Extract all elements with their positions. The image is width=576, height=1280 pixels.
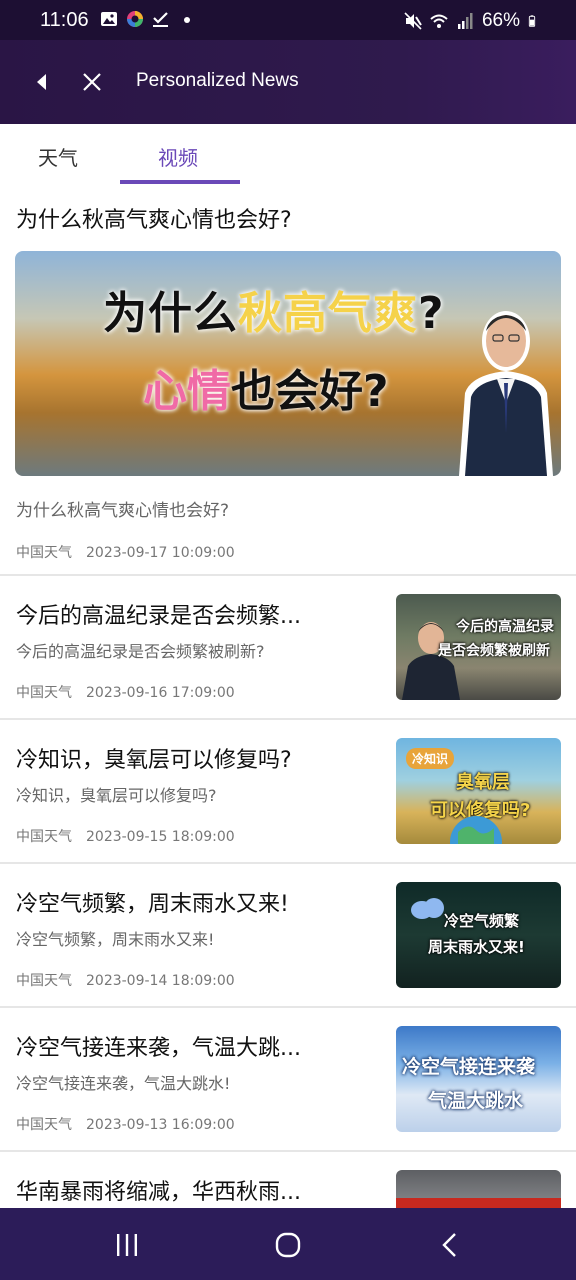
news-title[interactable]: 冷空气接连来袭，气温大跳... <box>16 1030 376 1062</box>
dot-icon <box>184 17 190 23</box>
signal-icon <box>457 13 473 29</box>
back-arrow-icon[interactable] <box>28 68 56 96</box>
back-icon[interactable] <box>436 1230 466 1260</box>
home-icon[interactable] <box>273 1230 303 1260</box>
news-meta: 中国天气 2023-09-14 18:09:00 <box>16 970 235 990</box>
news-meta: 中国天气 2023-09-16 17:09:00 <box>16 682 235 702</box>
news-thumbnail[interactable]: 冷空气频繁 周末雨水又来! <box>396 882 561 988</box>
article-source: 中国天气 <box>16 1117 72 1133</box>
featured-description: 为什么秋高气爽心情也会好? <box>16 501 230 521</box>
article-date: 2023-09-14 18:09:00 <box>86 973 235 989</box>
article-source: 中国天气 <box>16 973 72 989</box>
news-item[interactable]: 今后的高温纪录是否会频繁... 今后的高温纪录是否会频繁被刷新? 中国天气 202… <box>0 576 576 718</box>
mute-icon <box>404 12 422 30</box>
app-bar: Personalized News <box>0 40 576 124</box>
news-feed[interactable]: 为什么秋高气爽心情也会好? 为什么秋高气爽? 心情也会好? 为什么秋高气爽心情也… <box>0 186 576 1208</box>
check-icon <box>153 12 168 27</box>
cloud-icon <box>411 898 444 919</box>
article-date: 2023-09-17 10:09:00 <box>86 545 235 561</box>
tab-bar: 天气 视频 <box>0 124 576 186</box>
article-source: 中国天气 <box>16 685 72 701</box>
news-meta: 中国天气 2023-09-15 18:09:00 <box>16 826 235 846</box>
earth-icon <box>450 816 502 844</box>
article-date: 2023-09-16 17:09:00 <box>86 685 235 701</box>
tab-video[interactable]: 视频 <box>158 142 198 171</box>
news-item[interactable]: 华南暴雨将缩减，华西秋雨... <box>0 1152 576 1208</box>
featured-title[interactable]: 为什么秋高气爽心情也会好? <box>16 202 292 234</box>
tab-indicator <box>120 180 240 184</box>
page-title: Personalized News <box>136 70 299 91</box>
article-date: 2023-09-13 16:09:00 <box>86 1117 235 1133</box>
status-time: 11:06 <box>40 9 89 31</box>
wifi-icon <box>430 14 448 28</box>
news-description: 冷空气频繁，周末雨水又来! <box>16 930 215 949</box>
presenter-figure <box>459 311 553 476</box>
news-description: 今后的高温纪录是否会频繁被刷新? <box>16 642 265 661</box>
news-meta: 中国天气 2023-09-13 16:09:00 <box>16 1114 235 1134</box>
news-thumbnail[interactable] <box>396 1170 561 1208</box>
news-description: 冷空气接连来袭，气温大跳水! <box>16 1074 231 1093</box>
thumbnail-subheadline: 心情也会好? <box>143 366 389 417</box>
article-date: 2023-09-15 18:09:00 <box>86 829 235 845</box>
news-title[interactable]: 今后的高温纪录是否会频繁... <box>16 598 376 630</box>
tab-weather[interactable]: 天气 <box>38 142 78 171</box>
news-item[interactable]: 冷知识，臭氧层可以修复吗? 冷知识，臭氧层可以修复吗? 中国天气 2023-09-… <box>0 720 576 862</box>
article-source: 中国天气 <box>16 545 72 561</box>
system-nav-bar <box>0 1208 576 1280</box>
thumbnail-headline: 为什么秋高气爽? <box>103 288 445 339</box>
close-icon[interactable] <box>78 68 106 96</box>
news-title[interactable]: 冷知识，臭氧层可以修复吗? <box>16 742 376 774</box>
news-item[interactable]: 冷空气频繁，周末雨水又来! 冷空气频繁，周末雨水又来! 中国天气 2023-09-… <box>0 864 576 1006</box>
recents-icon[interactable] <box>112 1230 142 1260</box>
gallery-icon <box>101 12 117 26</box>
news-thumbnail[interactable]: 冷空气接连来袭 气温大跳水 <box>396 1026 561 1132</box>
battery-icon <box>528 15 536 27</box>
news-title[interactable]: 华南暴雨将缩减，华西秋雨... <box>16 1174 376 1206</box>
news-thumbnail[interactable]: 今后的高温纪录 是否会频繁被刷新 <box>396 594 561 700</box>
battery-percent: 66% <box>481 10 520 31</box>
article-source: 中国天气 <box>16 829 72 845</box>
news-title[interactable]: 冷空气频繁，周末雨水又来! <box>16 886 376 918</box>
status-bar: 11:06 66% <box>0 0 576 40</box>
featured-meta: 中国天气 2023-09-17 10:09:00 <box>16 542 235 562</box>
featured-thumbnail[interactable]: 为什么秋高气爽? 心情也会好? <box>15 251 561 476</box>
news-thumbnail[interactable]: 冷知识 臭氧层 可以修复吗? <box>396 738 561 844</box>
news-item[interactable]: 冷空气接连来袭，气温大跳... 冷空气接连来袭，气温大跳水! 中国天气 2023-… <box>0 1008 576 1150</box>
pinwheel-icon <box>127 11 143 27</box>
news-description: 冷知识，臭氧层可以修复吗? <box>16 786 217 805</box>
